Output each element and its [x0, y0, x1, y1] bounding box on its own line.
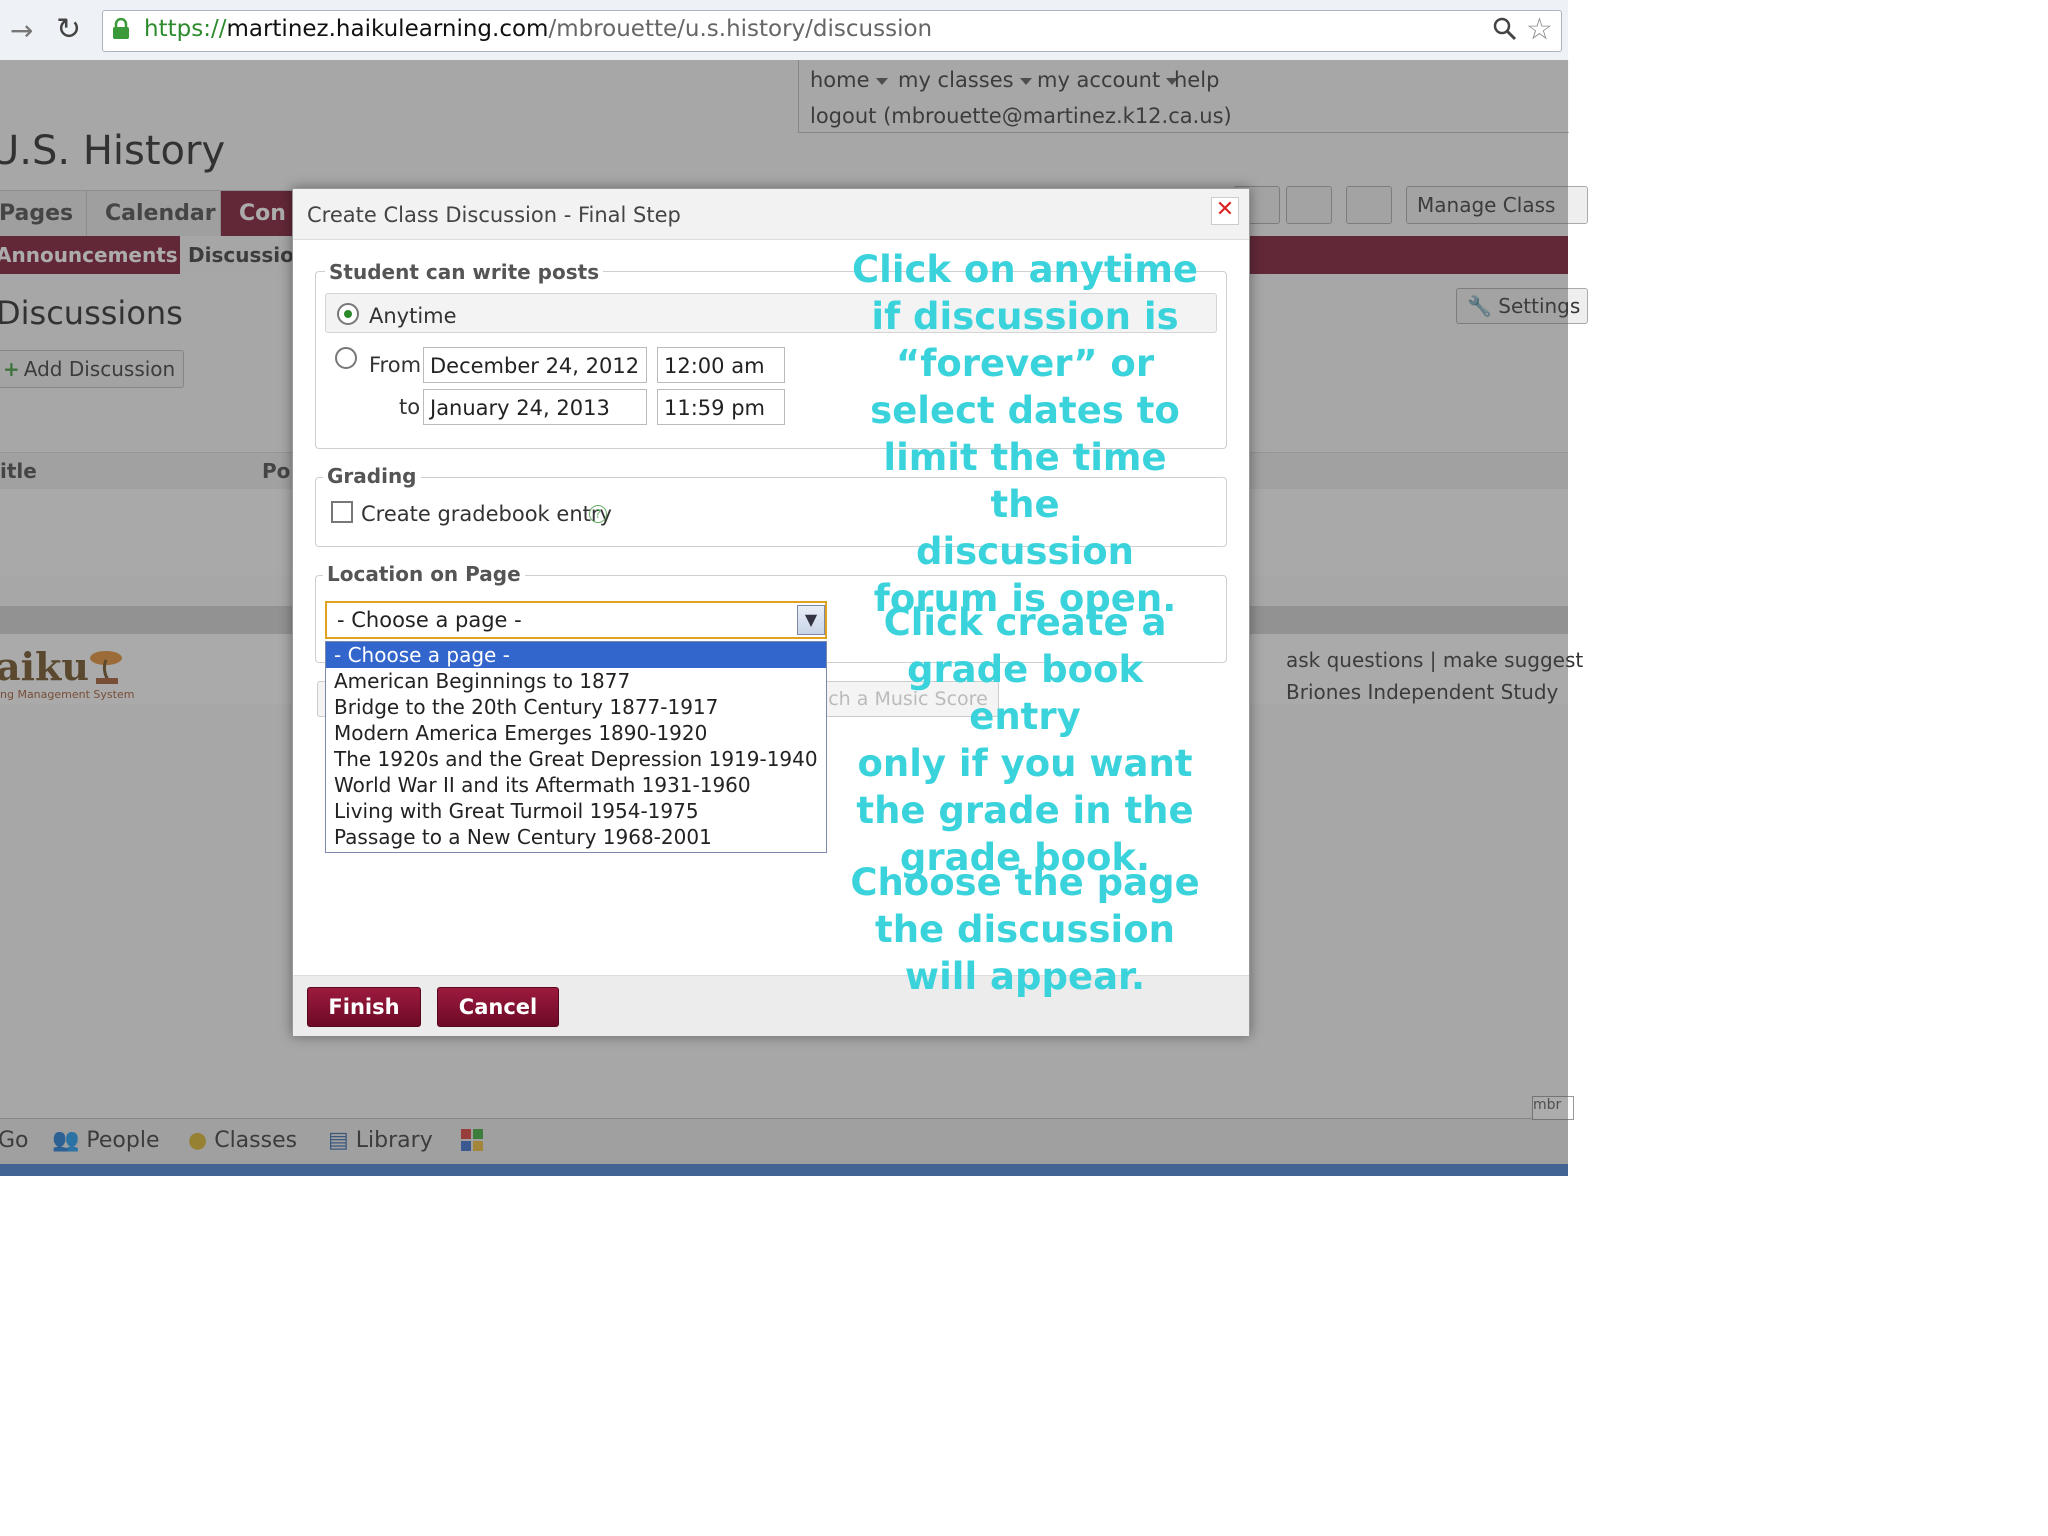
dialog-header: Create Class Discussion - Final Step ✕ [293, 189, 1249, 240]
page-option[interactable]: The 1920s and the Great Depression 1919-… [326, 746, 826, 772]
page-select-dropdown: - Choose a page - American Beginnings to… [325, 641, 827, 853]
page-option[interactable]: American Beginnings to 1877 [326, 668, 826, 694]
bookmark-star-icon[interactable]: ☆ [1526, 12, 1553, 47]
annotation-anytime: Click on anytime if discussion is “forev… [851, 248, 1199, 620]
url-path: /mbrouette/u.s.history/discussion [548, 16, 933, 42]
dialog-title: Create Class Discussion - Final Step [307, 203, 681, 227]
anytime-radio[interactable] [337, 303, 359, 325]
location-legend: Location on Page [323, 562, 525, 586]
url-host: martinez.haikulearning.com [226, 16, 549, 42]
page-option[interactable]: Living with Great Turmoil 1954-1975 [326, 798, 826, 824]
url-protocol: https:// [144, 16, 227, 42]
to-label: to [399, 395, 421, 419]
radio-selected-dot [344, 310, 352, 318]
reload-icon[interactable]: ↻ [56, 12, 81, 47]
chevron-down-icon[interactable]: ▼ [797, 605, 825, 635]
posts-legend: Student can write posts [325, 260, 604, 284]
page-option[interactable]: World War II and its Aftermath 1931-1960 [326, 772, 826, 798]
page-select[interactable]: - Choose a page - ▼ [325, 601, 827, 639]
help-icon[interactable]: ? [589, 505, 607, 523]
anytime-label: Anytime [369, 304, 457, 328]
to-time-input[interactable]: 11:59 pm [657, 389, 785, 425]
finish-button[interactable]: Finish [307, 987, 421, 1027]
page-select-value: - Choose a page - [337, 608, 522, 632]
from-label: From [369, 353, 422, 377]
to-date-input[interactable]: January 24, 2013 [423, 389, 647, 425]
page-option[interactable]: - Choose a page - [326, 642, 826, 668]
url-text: https://martinez.haikulearning.com/mbrou… [144, 16, 932, 42]
annotation-gradebook: Click create a grade book entry only if … [856, 601, 1194, 879]
grading-legend: Grading [323, 464, 421, 488]
page-option[interactable]: Bridge to the 20th Century 1877-1917 [326, 694, 826, 720]
forward-icon[interactable]: → [10, 14, 33, 47]
annotation-page: Choose the page the discussion will appe… [850, 861, 1200, 998]
browser-toolbar: → ↻ https://martinez.haikulearning.com/m… [0, 0, 1568, 61]
from-time-input[interactable]: 12:00 am [657, 347, 785, 383]
close-icon[interactable]: ✕ [1211, 197, 1239, 225]
date-range-radio[interactable] [335, 347, 357, 369]
lock-icon [112, 17, 130, 40]
cancel-button[interactable]: Cancel [437, 987, 559, 1027]
gradebook-checkbox[interactable] [331, 501, 353, 523]
page-option[interactable]: Passage to a New Century 1968-2001 [326, 824, 826, 850]
from-date-input[interactable]: December 24, 2012 [423, 347, 647, 383]
gradebook-label: Create gradebook entry [361, 502, 612, 526]
page-option[interactable]: Modern America Emerges 1890-1920 [326, 720, 826, 746]
search-icon[interactable] [1492, 16, 1518, 46]
